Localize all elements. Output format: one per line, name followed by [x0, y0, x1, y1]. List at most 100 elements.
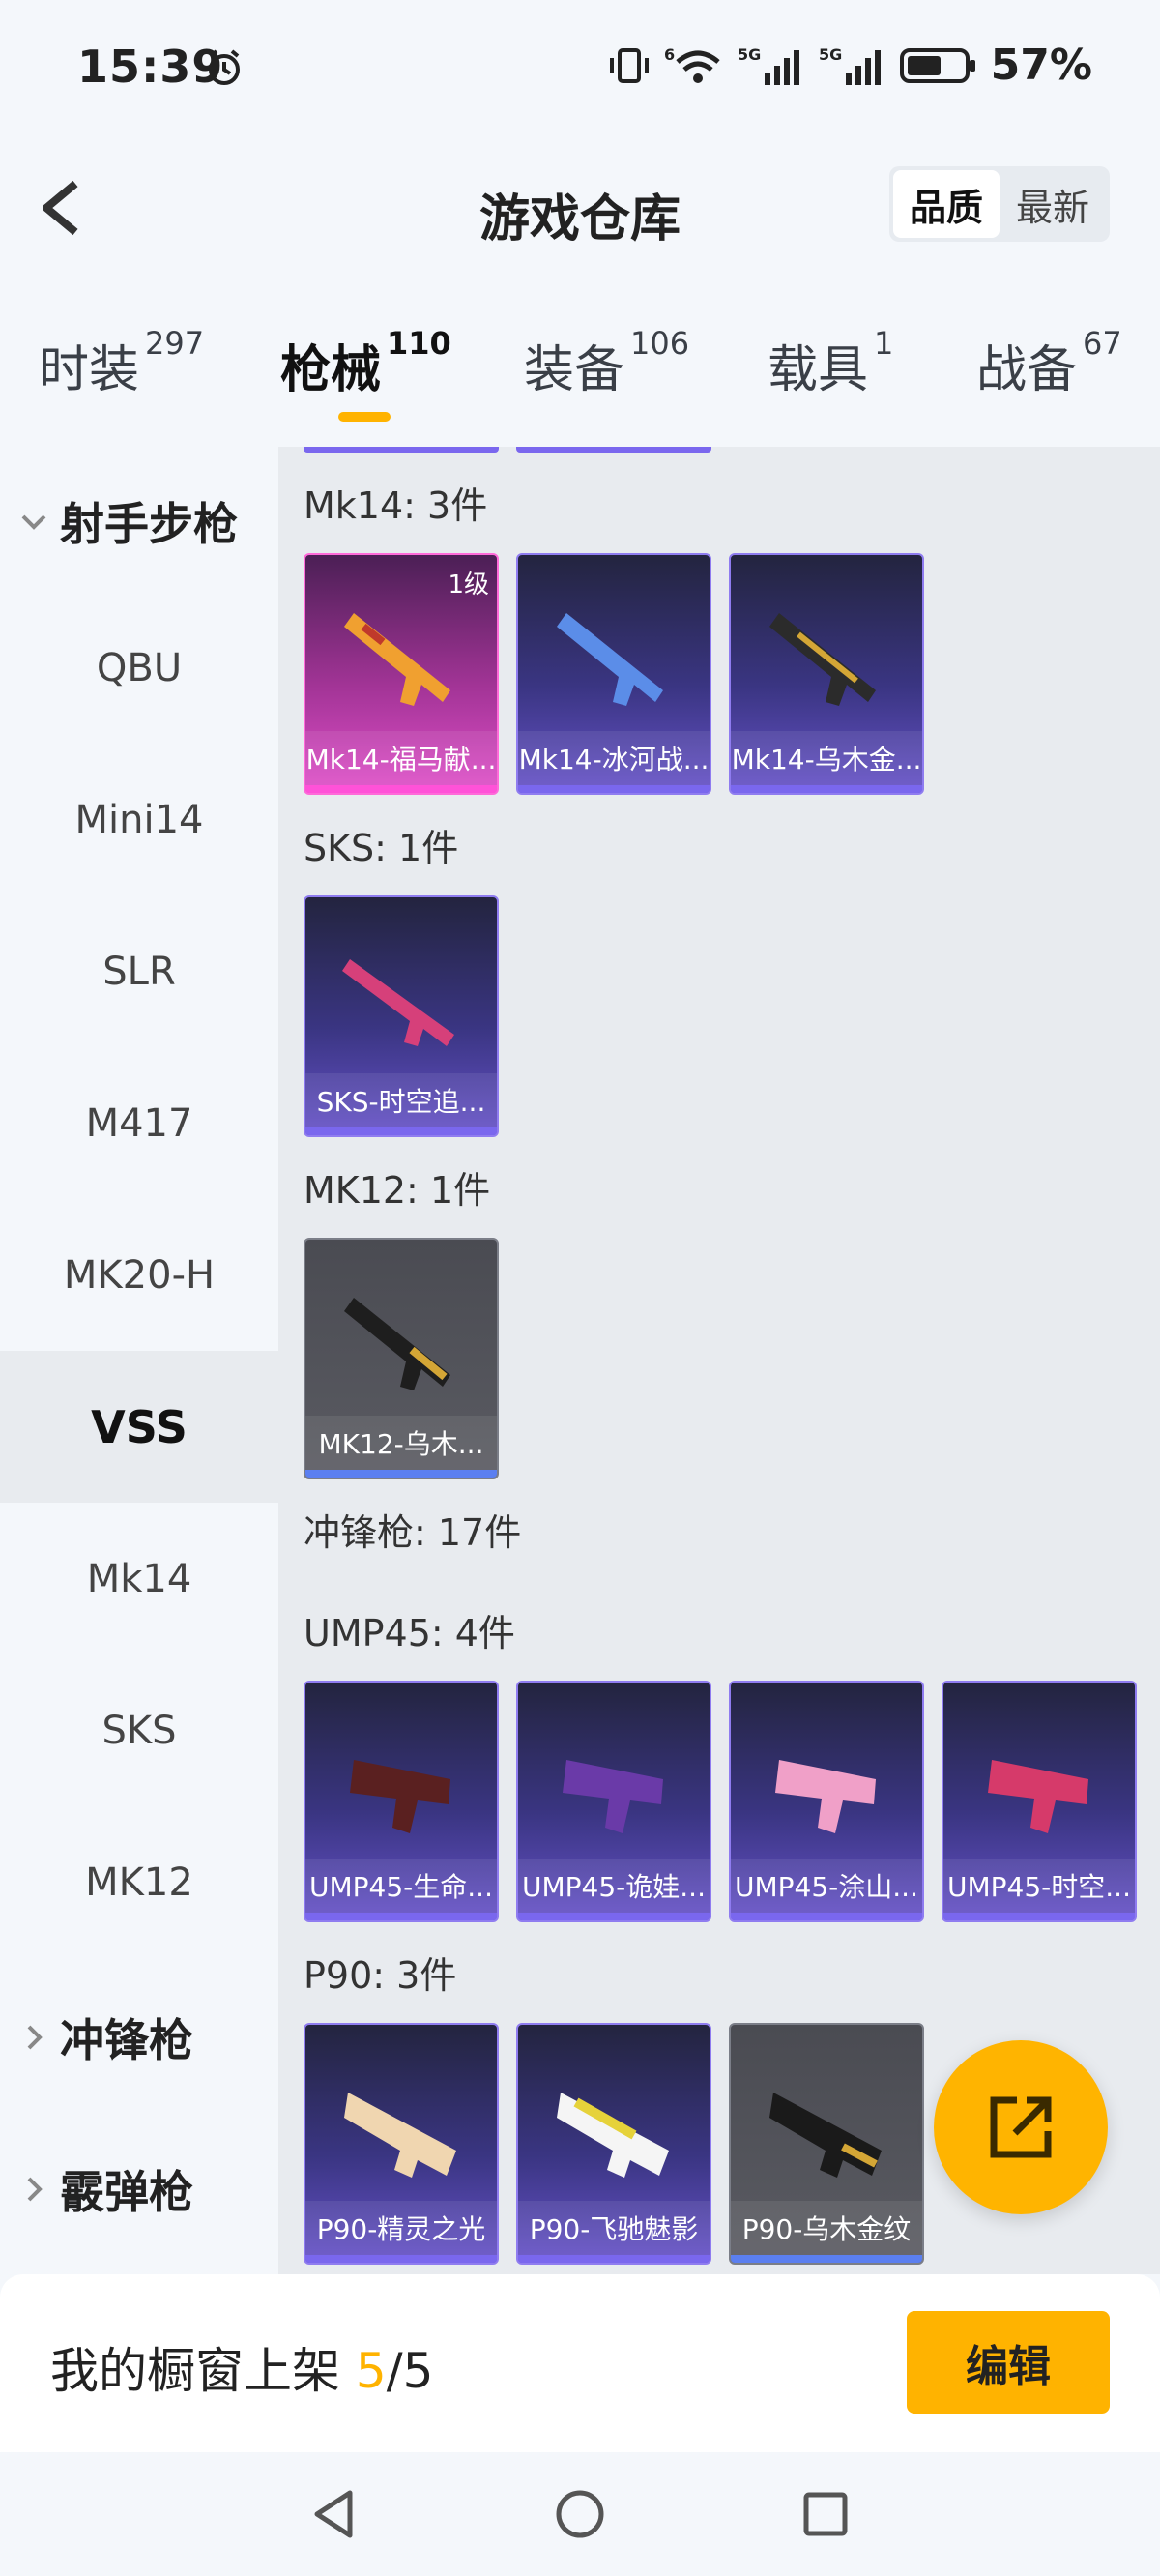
- section-title-sks: SKS: 1件: [304, 827, 459, 869]
- svg-text:6: 6: [664, 45, 675, 64]
- item-card[interactable]: P90-飞驰魅影: [516, 2023, 711, 2265]
- system-icons: 6 5G 5G 57%: [608, 41, 1092, 90]
- smg-icon: [344, 2093, 456, 2178]
- rarity-bar: [518, 785, 710, 793]
- rifle-icon: [557, 613, 663, 706]
- showcase-label: 我的橱窗上架 5/5: [50, 2343, 434, 2399]
- nav-home-icon[interactable]: [551, 2485, 609, 2543]
- item-name: Mk14-冰河战...: [518, 731, 710, 785]
- rifle-icon: [344, 1298, 450, 1390]
- item-card[interactable]: 1级 Mk14-福马献...: [304, 553, 499, 795]
- item-card[interactable]: P90-精灵之光: [304, 2023, 499, 2265]
- item-name: Mk14-福马献...: [305, 731, 497, 785]
- showcase-total-count: /5: [386, 2343, 434, 2399]
- item-level: 1级: [448, 571, 489, 600]
- smg-icon: [350, 1760, 450, 1833]
- sidebar-item-slr[interactable]: SLR: [0, 895, 278, 1047]
- item-name: P90-飞驰魅影: [518, 2201, 710, 2255]
- smg-icon: [563, 1760, 663, 1833]
- share-external-icon: [990, 2096, 1052, 2158]
- sidebar-item-vss[interactable]: VSS: [0, 1351, 278, 1503]
- rifle-icon: [344, 613, 450, 706]
- edit-button[interactable]: 编辑: [907, 2311, 1110, 2414]
- card-edge: [516, 447, 711, 453]
- item-name: MK12-乌木...: [305, 1416, 497, 1470]
- tab-fashion[interactable]: 时装 297: [39, 325, 204, 401]
- item-list: Mk14: 3件 1级 Mk14-福马献... Mk14-冰河战... Mk14…: [278, 447, 1160, 2274]
- section-title-p90: P90: 3件: [304, 1954, 457, 1997]
- tab-vehicles[interactable]: 载具 1: [768, 325, 893, 401]
- sidebar-item-qbu[interactable]: QBU: [0, 592, 278, 744]
- sidebar-item-sks[interactable]: SKS: [0, 1654, 278, 1806]
- rarity-bar: [305, 1127, 497, 1135]
- wifi-icon: 6: [664, 45, 720, 83]
- sort-option-quality[interactable]: 品质: [893, 170, 1000, 238]
- chevron-down-icon: [21, 514, 46, 530]
- svg-text:5G: 5G: [819, 45, 842, 64]
- chevron-right-icon: [27, 2025, 43, 2050]
- sidebar-group-smg[interactable]: 冲锋枪: [0, 1975, 278, 2100]
- rarity-bar: [305, 2255, 497, 2263]
- sidebar-item-mk20h[interactable]: MK20-H: [0, 1199, 278, 1351]
- battery-icon: [899, 47, 975, 83]
- item-name: UMP45-生命...: [305, 1859, 497, 1913]
- item-name: UMP45-涂山...: [731, 1859, 922, 1913]
- signal-icon: 5G: [819, 45, 881, 85]
- item-card[interactable]: P90-乌木金纹: [729, 2023, 924, 2265]
- vibrate-icon: [609, 47, 649, 83]
- smg-icon: [557, 2093, 669, 2178]
- sort-toggle: 品质 最新: [889, 166, 1110, 242]
- share-button[interactable]: [934, 2040, 1108, 2214]
- item-card[interactable]: SKS-时空追...: [304, 895, 499, 1137]
- tab-equipment[interactable]: 装备 106: [524, 325, 689, 401]
- active-tab-indicator: [338, 412, 391, 422]
- nav-back-icon[interactable]: [305, 2485, 363, 2543]
- alarm-icon: [209, 49, 240, 85]
- item-card[interactable]: UMP45-诡娃...: [516, 1681, 711, 1922]
- rarity-bar: [731, 1913, 922, 1920]
- system-nav-bar: [0, 2452, 1160, 2576]
- tab-guns[interactable]: 枪械 110: [280, 325, 451, 401]
- sidebar-item-mini14[interactable]: Mini14: [0, 744, 278, 895]
- rarity-bar: [731, 785, 922, 793]
- section-title-mk14: Mk14: 3件: [304, 484, 488, 527]
- sidebar-item-m417[interactable]: M417: [0, 1047, 278, 1199]
- status-time: 15:39: [77, 41, 224, 93]
- svg-text:5G: 5G: [738, 45, 761, 64]
- status-bar: 15:39 6 5G 5G 57%: [0, 0, 1160, 145]
- item-card[interactable]: Mk14-乌木金...: [729, 553, 924, 795]
- rarity-bar: [731, 2255, 922, 2263]
- item-card[interactable]: Mk14-冰河战...: [516, 553, 711, 795]
- sort-option-newest[interactable]: 最新: [1000, 170, 1106, 238]
- sidebar-group-shotgun[interactable]: 霰弹枪: [0, 2126, 278, 2252]
- rarity-bar: [518, 2255, 710, 2263]
- smg-icon: [769, 2093, 882, 2178]
- nav-recents-icon[interactable]: [797, 2485, 855, 2543]
- item-card[interactable]: MK12-乌木...: [304, 1238, 499, 1479]
- item-card[interactable]: UMP45-时空...: [942, 1681, 1137, 1922]
- rarity-bar: [518, 1913, 710, 1920]
- sidebar-group-marksman[interactable]: 射手步枪: [0, 458, 278, 584]
- item-card[interactable]: UMP45-涂山...: [729, 1681, 924, 1922]
- item-name: UMP45-时空...: [943, 1859, 1135, 1913]
- sidebar-item-mk12[interactable]: MK12: [0, 1806, 278, 1958]
- battery-percent: 57%: [990, 41, 1092, 90]
- rarity-bar: [943, 1913, 1135, 1920]
- item-name: P90-乌木金纹: [731, 2201, 922, 2255]
- item-name: SKS-时空追...: [305, 1073, 497, 1127]
- rarity-bar: [305, 785, 497, 793]
- item-name: P90-精灵之光: [305, 2201, 497, 2255]
- rifle-icon: [769, 613, 876, 706]
- sidebar-item-mk14[interactable]: Mk14: [0, 1503, 278, 1654]
- rifle-icon: [342, 959, 454, 1046]
- rarity-bar: [305, 1470, 497, 1478]
- signal-icon: 5G: [738, 45, 799, 85]
- rarity-bar: [305, 1913, 497, 1920]
- header: 游戏仓库 品质 最新: [0, 145, 1160, 271]
- tab-supplies[interactable]: 战备 67: [976, 325, 1122, 401]
- item-card[interactable]: UMP45-生命...: [304, 1681, 499, 1922]
- category-tabs: 时装 297 枪械 110 装备 106 载具 1 战备 67: [0, 319, 1160, 435]
- showcase-bar: 我的橱窗上架 5/5 编辑: [0, 2274, 1160, 2452]
- section-title-smg: 冲锋枪: 17件: [304, 1511, 522, 1554]
- item-name: Mk14-乌木金...: [731, 731, 922, 785]
